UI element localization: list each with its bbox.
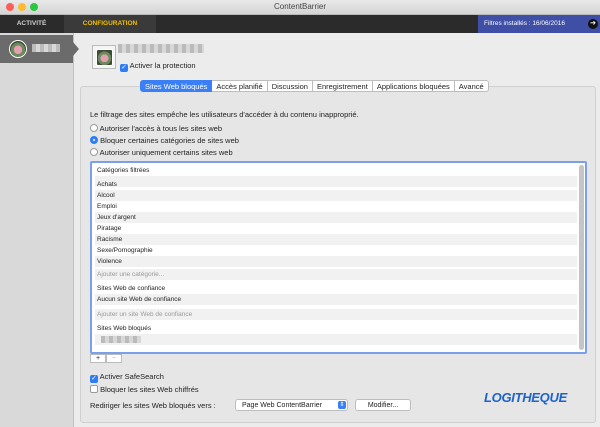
- category-item[interactable]: Alcool: [95, 190, 577, 201]
- category-item[interactable]: Violence: [95, 256, 577, 267]
- category-item[interactable]: Sexe/Pornographie: [95, 245, 577, 256]
- filters-installed-label: Filtres installés : 16/06/2016: [484, 20, 565, 27]
- top-nav: ACTIVITÉ CONFIGURATION Filtres installés…: [0, 15, 600, 33]
- add-button[interactable]: +: [90, 354, 106, 363]
- trusted-sites-empty: Aucun site Web de confiance: [95, 294, 577, 305]
- category-item[interactable]: Achats: [95, 179, 577, 190]
- protection-label: Activer la protection: [129, 61, 196, 70]
- window-title: ContentBarrier: [273, 2, 327, 11]
- option-allow-all-radio[interactable]: [90, 124, 98, 132]
- chevron-up-down-icon: ⇕: [338, 401, 346, 409]
- redirect-label: Rediriger les sites Web bloqués vers :: [90, 401, 216, 410]
- category-item[interactable]: Piratage: [95, 223, 577, 234]
- tab-activite[interactable]: ACTIVITÉ: [0, 15, 63, 33]
- blocked-site-item[interactable]: [95, 334, 577, 345]
- safesearch-label: Activer SafeSearch: [99, 372, 164, 381]
- sidebar-user-item[interactable]: [0, 35, 73, 63]
- option-allow-all-label: Autoriser l'accès à tous les sites web: [99, 124, 222, 133]
- block-encrypted-label: Bloquer les sites Web chiffrés: [100, 385, 199, 394]
- protection-row[interactable]: ✓ Activer la protection: [120, 61, 196, 72]
- tab-sites-web-bloques[interactable]: Sites Web bloqués: [140, 80, 213, 92]
- filter-list[interactable]: Catégories filtrées Achats Alcool Emploi…: [90, 161, 587, 354]
- blocked-sites-header: Sites Web bloqués: [97, 325, 152, 332]
- category-item[interactable]: Jeux d'argent: [95, 212, 577, 223]
- category-item[interactable]: Racisme: [95, 234, 577, 245]
- add-category-input[interactable]: Ajouter une catégorie...: [95, 269, 577, 280]
- option-block-categories-radio[interactable]: [90, 136, 98, 144]
- filters-installed-status[interactable]: Filtres installés : 16/06/2016 ➔: [478, 15, 600, 33]
- option-allow-only-radio[interactable]: [90, 148, 98, 156]
- user-picture[interactable]: [92, 45, 116, 69]
- filter-description: Le filtrage des sites empêche les utilis…: [90, 110, 359, 119]
- add-trusted-site-input[interactable]: Ajouter un site Web de confiance: [95, 309, 577, 320]
- sidebar: [0, 33, 74, 427]
- remove-button[interactable]: −: [106, 354, 122, 363]
- tab-acces-planifie[interactable]: Accès planifié: [212, 80, 268, 92]
- safesearch-row[interactable]: ✓ Activer SafeSearch: [90, 372, 164, 383]
- option-block-categories-label: Bloquer certaines catégories de sites we…: [100, 136, 239, 145]
- user-picture-image: [96, 49, 113, 66]
- blocked-site-redacted: [101, 336, 141, 343]
- option-block-categories[interactable]: Bloquer certaines catégories de sites we…: [90, 136, 239, 145]
- tab-configuration[interactable]: CONFIGURATION: [64, 15, 156, 33]
- main-content: ✓ Activer la protection Sites Web bloqué…: [74, 33, 600, 427]
- safesearch-checkbox[interactable]: ✓: [90, 375, 98, 383]
- option-allow-only-label: Autoriser uniquement certains sites web: [99, 148, 233, 157]
- tab-applications-bloquees[interactable]: Applications bloquées: [372, 80, 455, 92]
- tab-discussion[interactable]: Discussion: [267, 80, 313, 92]
- option-allow-only[interactable]: Autoriser uniquement certains sites web: [90, 148, 233, 157]
- tab-enregistrement[interactable]: Enregistrement: [312, 80, 373, 92]
- user-avatar: [9, 40, 27, 58]
- settings-tabs: Sites Web bloqués Accès planifié Discuss…: [140, 80, 489, 92]
- modify-button[interactable]: Modifier...: [355, 399, 411, 411]
- user-name-redacted: [32, 44, 60, 52]
- redirect-select-value: Page Web ContentBarrier: [242, 402, 323, 409]
- category-item[interactable]: Emploi: [95, 201, 577, 212]
- list-edit-buttons: + −: [90, 354, 122, 363]
- block-encrypted-checkbox[interactable]: [90, 385, 98, 393]
- arrow-right-icon[interactable]: ➔: [588, 19, 598, 29]
- option-allow-all[interactable]: Autoriser l'accès à tous les sites web: [90, 124, 222, 133]
- redirect-select[interactable]: Page Web ContentBarrier ⇕: [235, 399, 348, 411]
- categories-header: Catégories filtrées: [97, 167, 150, 174]
- logitheque-logo: LOGITHEQUE: [484, 390, 567, 405]
- protection-checkbox[interactable]: ✓: [120, 64, 128, 72]
- user-name-redacted: [118, 44, 204, 53]
- trusted-sites-header: Sites Web de confiance: [97, 285, 166, 292]
- tab-avance[interactable]: Avancé: [454, 80, 489, 92]
- block-encrypted-row[interactable]: Bloquer les sites Web chiffrés: [90, 385, 199, 394]
- list-scrollbar[interactable]: [579, 165, 584, 350]
- title-bar: ContentBarrier: [0, 0, 600, 15]
